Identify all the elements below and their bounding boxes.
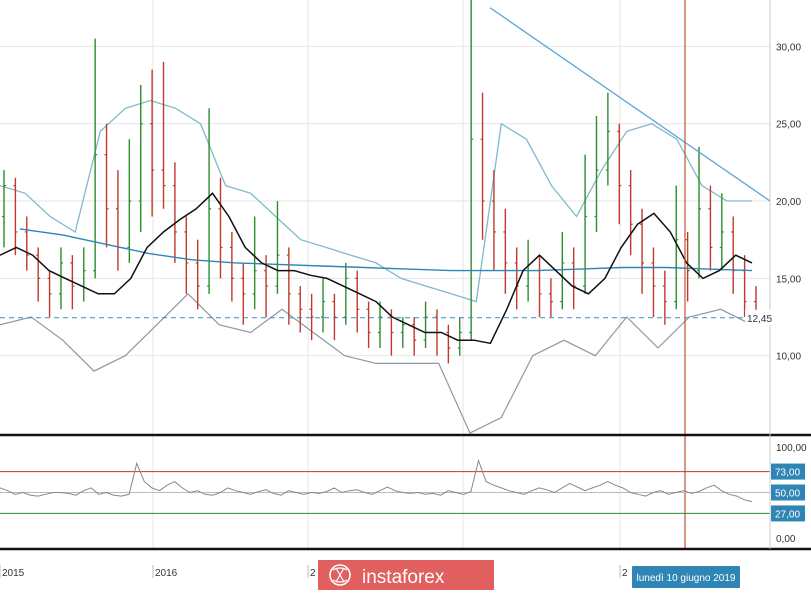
oscillator-panel: 27,00 50,00 73,00 0,00 100,00 xyxy=(0,443,807,545)
candle-down xyxy=(742,255,747,318)
bollinger-bands xyxy=(0,99,753,434)
candle-up xyxy=(81,247,86,302)
candle-down xyxy=(651,247,656,318)
candle-down xyxy=(150,69,155,217)
candle-up xyxy=(697,146,702,279)
candle-up xyxy=(457,317,462,356)
price-axis: 10,00 15,00 20,00 25,00 30,00 12,45 xyxy=(0,0,811,551)
candle-up xyxy=(275,201,280,294)
candle-down xyxy=(503,208,508,294)
oscillator-level-label: 27,00 xyxy=(775,509,800,520)
time-tick-label: 2016 xyxy=(155,568,178,579)
candle-down xyxy=(104,123,109,248)
candle-up xyxy=(560,231,565,310)
candle-up xyxy=(423,301,428,348)
trendline[interactable] xyxy=(0,0,771,548)
oscillator-level-label: 50,00 xyxy=(775,489,800,500)
candle-down xyxy=(480,92,485,240)
price-tick-label: 25,00 xyxy=(776,120,801,131)
watermark-text: instaforex xyxy=(362,567,445,588)
candle-down xyxy=(537,255,542,318)
oscillator-tick-label: 100,00 xyxy=(776,443,807,454)
candle-down xyxy=(47,270,52,318)
candle-down xyxy=(195,239,200,310)
candle-down xyxy=(218,177,223,279)
moving-averages xyxy=(0,192,753,345)
candle-up xyxy=(719,193,724,271)
price-tick-label: 10,00 xyxy=(776,352,801,363)
candle-up xyxy=(583,154,588,294)
price-tick-label: 30,00 xyxy=(776,42,801,53)
candle-down xyxy=(355,270,360,333)
candle-up xyxy=(2,170,6,248)
price-tick-label: 20,00 xyxy=(776,197,801,208)
candle-down xyxy=(617,123,622,225)
chart-canvas[interactable]: 27,00 50,00 73,00 0,00 100,00 10,00 15,00 20,0… xyxy=(0,0,811,592)
candle-down xyxy=(309,293,314,341)
candle-down xyxy=(412,317,417,356)
time-tick-label: 2 xyxy=(622,568,628,579)
candle-down xyxy=(115,170,120,271)
candle-up xyxy=(594,115,599,232)
date-badge: lunedì 10 giugno 2019 xyxy=(632,566,740,588)
candle-up xyxy=(378,301,382,348)
candle-down xyxy=(36,247,41,302)
time-axis: 2015 2016 2 2 xyxy=(0,565,628,579)
candle-down xyxy=(366,301,371,348)
candle-down xyxy=(172,162,177,263)
time-tick-label: 2 xyxy=(310,568,316,579)
candle-down xyxy=(685,231,690,302)
oscillator-line xyxy=(0,458,753,503)
time-tick-label: 2015 xyxy=(2,568,25,579)
chart-root: 27,00 50,00 73,00 0,00 100,00 10,00 15,00 20,0… xyxy=(0,0,811,592)
candle-down xyxy=(229,231,234,302)
candlesticks xyxy=(2,0,758,364)
candle-down xyxy=(708,185,713,271)
candle-down xyxy=(298,286,303,333)
candle-down xyxy=(161,61,166,209)
price-tick-label: 15,00 xyxy=(776,274,801,285)
candle-down xyxy=(446,324,451,364)
candle-down xyxy=(24,216,29,271)
candle-down xyxy=(332,293,337,341)
candle-down xyxy=(184,216,189,294)
candle-up xyxy=(469,0,474,341)
grid xyxy=(0,0,770,548)
current-price-label: 12,45 xyxy=(747,314,772,325)
candle-up xyxy=(321,278,326,333)
date-badge-text: lunedì 10 giugno 2019 xyxy=(637,573,736,584)
candle-down xyxy=(628,170,633,256)
candle-up xyxy=(138,85,143,232)
candle-down xyxy=(241,262,246,325)
oscillator-level-label: 73,00 xyxy=(775,468,800,479)
watermark: instaforex xyxy=(318,560,494,590)
bollinger-lower-band xyxy=(0,292,753,434)
candle-down xyxy=(548,278,553,318)
candle-up xyxy=(605,92,610,186)
candle-up xyxy=(343,262,348,325)
oscillator-tick-label: 0,00 xyxy=(776,534,796,545)
candle-down xyxy=(731,216,736,294)
